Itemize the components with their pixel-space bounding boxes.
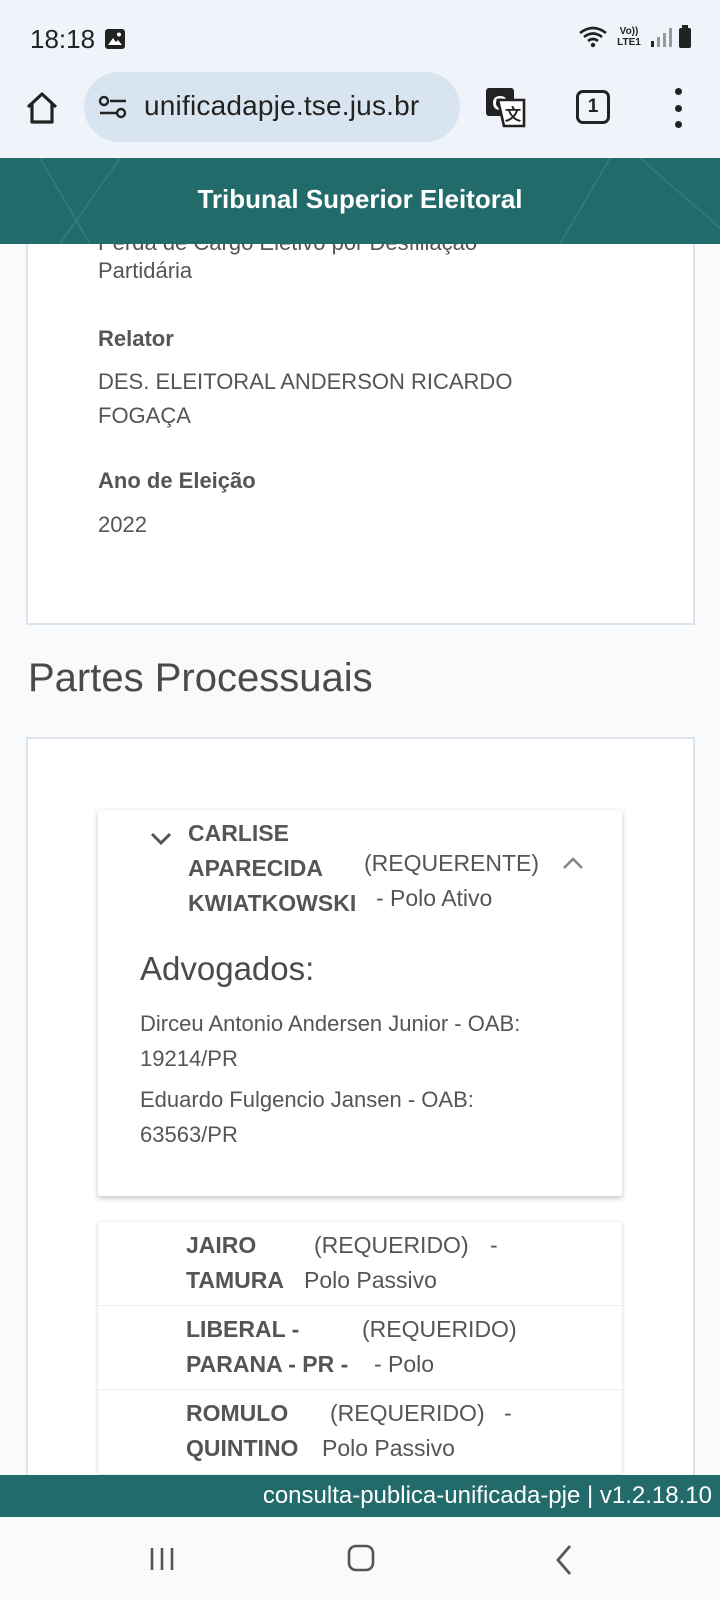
lawyer-name: Eduardo Fulgencio Jansen - OAB: — [140, 1087, 474, 1112]
chevron-down-icon[interactable] — [150, 832, 172, 846]
party-row-polo: - Polo — [374, 1351, 435, 1377]
relator-value-line1: DES. ELEITORAL ANDERSON RICARDO — [98, 369, 513, 394]
party-name-line1: CARLISE — [188, 820, 289, 846]
tabs-button[interactable]: 1 — [576, 90, 610, 124]
party-row-name: JAIRO TAMURA — [186, 1228, 284, 1298]
party-row-name-line1: ROMULO — [186, 1400, 289, 1426]
status-bar: 18:18 Vo)) LTE1 — [0, 0, 720, 72]
party-name-line2: APARECIDA — [188, 855, 324, 881]
lawyer-item: Dirceu Antonio Andersen Junior - OAB: 19… — [140, 1006, 580, 1076]
battery-icon — [679, 25, 691, 48]
party-row-dash: - — [490, 1232, 498, 1258]
party-row-dash: - — [504, 1400, 512, 1426]
home-nav-icon[interactable] — [347, 1544, 375, 1572]
address-bar[interactable]: unificadapje.tse.jus.br — [84, 72, 460, 142]
chevron-up-icon[interactable] — [562, 856, 584, 870]
party-row-name-line1: LIBERAL - — [186, 1316, 300, 1342]
party-row-name-line2: TAMURA — [186, 1267, 284, 1293]
lawyer-item: Eduardo Fulgencio Jansen - OAB: 63563/PR — [140, 1082, 580, 1152]
network-label: Vo)) LTE1 — [617, 26, 641, 48]
party-row[interactable]: LIBERAL - PARANA - PR - (REQUERIDO) - Po… — [98, 1306, 622, 1390]
site-title: Tribunal Superior Eleitoral — [197, 184, 523, 214]
party-row[interactable]: ROMULO QUINTINO (REQUERIDO) - Polo Passi… — [98, 1390, 622, 1474]
party-expanded-panel[interactable]: CARLISE APARECIDA KWIATKOWSKI (REQUERENT… — [98, 810, 622, 1196]
lawyer-name: Dirceu Antonio Andersen Junior - OAB: — [140, 1011, 521, 1036]
party-row-name: LIBERAL - PARANA - PR - — [186, 1312, 348, 1382]
party-role: (REQUERENTE) — [364, 850, 540, 876]
gallery-icon — [105, 29, 125, 49]
party-row-role: (REQUERIDO) — [330, 1400, 485, 1426]
party-list: JAIRO TAMURA (REQUERIDO) - Polo Passivo … — [98, 1222, 622, 1474]
site-settings-icon[interactable] — [98, 94, 128, 120]
recent-apps-icon[interactable] — [148, 1545, 176, 1573]
version-footer: consulta-publica-unificada-pje | v1.2.18… — [0, 1475, 720, 1517]
election-year-label: Ano de Eleição — [98, 468, 256, 493]
svg-text:文: 文 — [505, 105, 522, 124]
url-text: unificadapje.tse.jus.br — [144, 90, 420, 121]
party-name-line3: KWIATKOWSKI — [188, 890, 357, 916]
menu-dots-icon[interactable] — [664, 88, 692, 128]
party-row-name: ROMULO QUINTINO — [186, 1396, 298, 1466]
party-row-role: (REQUERIDO) — [362, 1316, 517, 1342]
status-icons: Vo)) LTE1 — [578, 22, 692, 52]
party-polo: - Polo Ativo — [376, 885, 493, 911]
lawyers-title: Advogados: — [140, 950, 315, 987]
translate-icon[interactable]: G 文 — [484, 86, 528, 130]
party-row[interactable]: JAIRO TAMURA (REQUERIDO) - Polo Passivo — [98, 1222, 622, 1306]
lawyer-oab: 19214/PR — [140, 1046, 238, 1071]
site-header: Tribunal Superior Eleitoral — [0, 158, 720, 244]
election-year-value: 2022 — [98, 512, 147, 537]
party-row-polo: Polo Passivo — [304, 1267, 437, 1293]
signal-icon — [651, 28, 672, 47]
version-text: consulta-publica-unificada-pje | v1.2.18… — [262, 1482, 712, 1509]
browser-toolbar: unificadapje.tse.jus.br G 文 1 — [0, 72, 720, 158]
party-row-role: (REQUERIDO) — [314, 1232, 469, 1258]
back-icon[interactable] — [554, 1544, 574, 1576]
tab-count: 1 — [587, 96, 599, 117]
relator-value-line2: FOGAÇA — [98, 403, 191, 428]
party-row-name-line2: PARANA - PR - — [186, 1351, 349, 1377]
process-class-value: Partidária — [98, 258, 193, 283]
home-button[interactable] — [20, 86, 64, 130]
home-icon — [26, 92, 58, 124]
party-name: CARLISE APARECIDA KWIATKOWSKI — [188, 816, 368, 921]
party-row-name-line2: QUINTINO — [186, 1435, 299, 1461]
relator-label: Relator — [98, 326, 174, 351]
section-title-parties: Partes Processuais — [28, 656, 373, 700]
lawyer-oab: 63563/PR — [140, 1122, 238, 1147]
wifi-icon — [579, 26, 607, 48]
party-row-polo: Polo Passivo — [322, 1435, 455, 1461]
party-row-name-line1: JAIRO — [186, 1232, 257, 1258]
system-nav-bar — [0, 1517, 720, 1600]
status-time: 18:18 — [30, 24, 96, 54]
